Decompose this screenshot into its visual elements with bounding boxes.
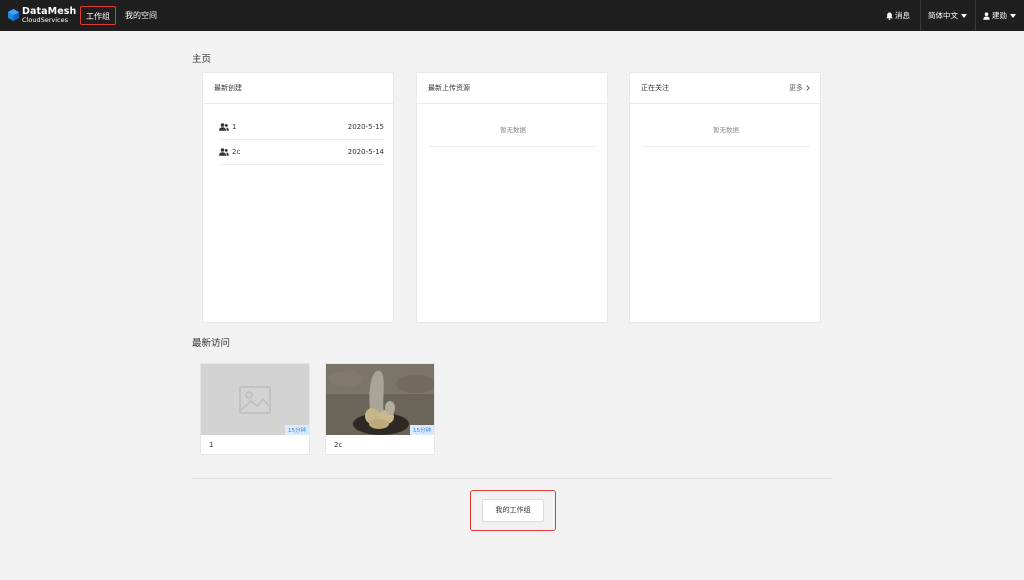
time-badge: 15分钟	[285, 425, 309, 435]
group-icon	[219, 148, 229, 156]
workgroup-name: 1	[232, 123, 237, 131]
user-name: 建勋	[992, 11, 1007, 20]
more-label: 更多	[789, 84, 803, 92]
user-menu[interactable]: 建勋	[983, 0, 1016, 31]
user-icon	[983, 11, 990, 20]
card-header: 正在关注 更多	[630, 73, 820, 104]
card-title: 最新创建	[214, 84, 242, 92]
nav-myspace[interactable]: 我的空间	[120, 6, 162, 25]
caret-down-icon	[961, 13, 967, 18]
cube-logo-icon	[8, 9, 19, 21]
page-title: 主页	[192, 54, 212, 65]
language-selector[interactable]: 简体中文	[928, 0, 967, 31]
list-item[interactable]: 2c 2020-5-14	[219, 140, 384, 165]
empty-state: 暂无数据	[642, 115, 810, 147]
divider	[920, 0, 921, 31]
recent-created-card: 最新创建 1 2020-5-15 2c 2020-5-14	[202, 72, 394, 323]
card-header: 最新上传资源	[417, 73, 607, 104]
recent-visit-name: 2c	[334, 441, 343, 449]
workgroup-name: 2c	[232, 148, 241, 156]
caret-down-icon	[1010, 13, 1016, 18]
bell-icon	[886, 12, 893, 20]
following-card: 正在关注 更多 暂无数据	[629, 72, 821, 323]
divider	[975, 0, 976, 31]
card-title: 最新上传资源	[428, 84, 470, 92]
messages-label: 消息	[895, 11, 910, 20]
top-navbar: DataMesh CloudServices 工作组 我的空间 消息 简体中文 …	[0, 0, 1024, 31]
group-icon	[219, 123, 229, 131]
recent-uploads-card: 最新上传资源 暂无数据	[416, 72, 608, 323]
card-header: 最新创建	[203, 73, 393, 104]
time-badge: 15分钟	[410, 425, 434, 435]
recent-visit-card[interactable]: 15分钟 2c	[325, 363, 435, 455]
my-workgroup-button[interactable]: 我的工作组	[482, 499, 544, 522]
thumbnail-placeholder: 15分钟	[201, 364, 309, 435]
created-date: 2020-5-15	[347, 123, 384, 131]
language-label: 简体中文	[928, 11, 958, 20]
recent-visit-name: 1	[209, 441, 214, 449]
thumbnail-image: 15分钟	[326, 364, 434, 435]
empty-state: 暂无数据	[429, 115, 597, 147]
brand-subtitle: CloudServices	[22, 16, 68, 24]
created-date: 2020-5-14	[347, 148, 384, 156]
nav-workgroup[interactable]: 工作组	[80, 6, 116, 25]
list-item[interactable]: 1 2020-5-15	[219, 115, 384, 140]
more-link[interactable]: 更多	[789, 83, 810, 93]
card-title: 正在关注	[641, 84, 669, 92]
datamesh-logo[interactable]: DataMesh CloudServices	[8, 5, 76, 25]
chevron-right-icon	[804, 85, 810, 91]
section-title-recent-visits: 最新访问	[192, 338, 231, 349]
messages-button[interactable]: 消息	[886, 0, 910, 31]
image-placeholder-icon	[239, 385, 271, 414]
brand-name: DataMesh	[22, 5, 77, 17]
recent-visit-card[interactable]: 15分钟 1	[200, 363, 310, 455]
divider	[192, 478, 832, 479]
